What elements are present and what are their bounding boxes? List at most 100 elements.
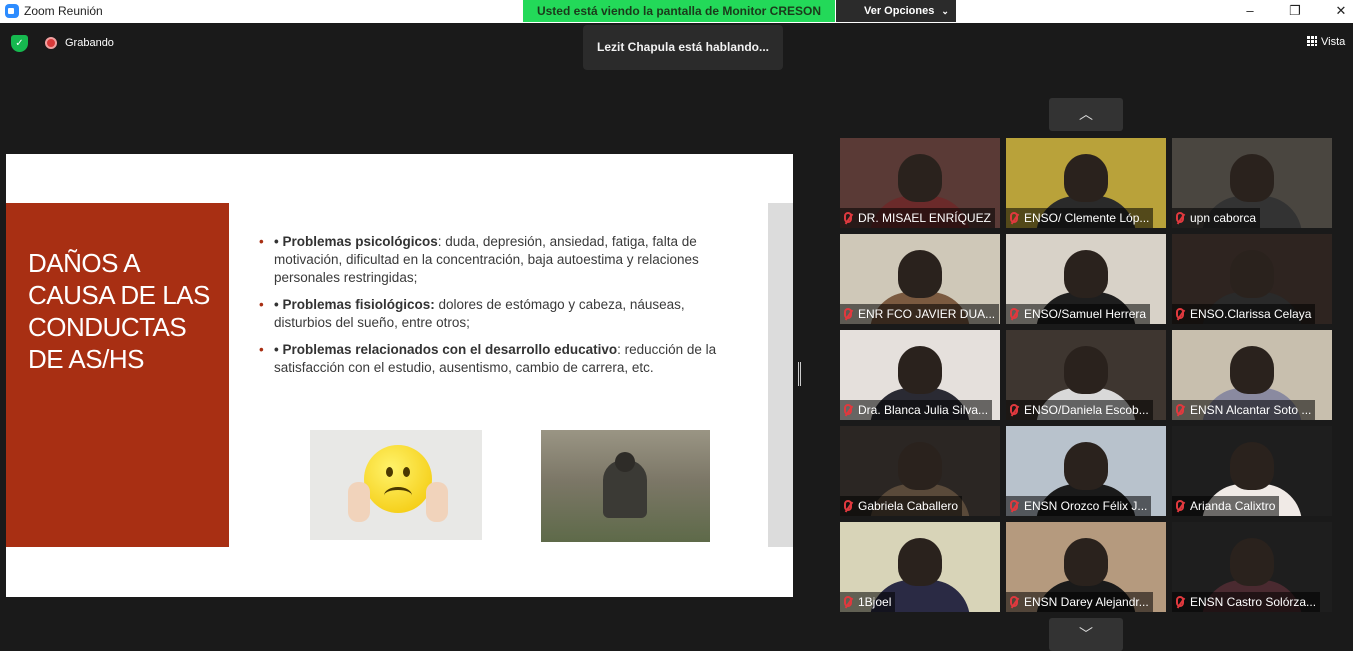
mic-muted-icon: [844, 404, 852, 415]
participant-name: ENSO/Samuel Herrera: [1024, 307, 1147, 321]
participant-name: ENSO/ Clemente Lóp...: [1024, 211, 1150, 225]
participant-avatar: [898, 346, 942, 394]
slide-bullets: • Problemas psicológicos: duda, depresió…: [259, 233, 724, 386]
participant-tile[interactable]: ENSN Orozco Félix J...: [1006, 426, 1166, 516]
gallery-scroll-up-button[interactable]: ︿: [1049, 98, 1123, 131]
sad-face-icon: [364, 445, 432, 513]
mic-muted-icon: [1010, 212, 1018, 223]
participant-avatar: [1064, 346, 1108, 394]
mic-muted-icon: [844, 308, 852, 319]
participant-name: Gabriela Caballero: [858, 499, 959, 513]
participant-name-tag: Gabriela Caballero: [840, 496, 963, 516]
participant-name: Dra. Blanca Julia Silva...: [858, 403, 989, 417]
view-button[interactable]: Vista: [1307, 36, 1345, 48]
mic-muted-icon: [844, 500, 852, 511]
participant-tile[interactable]: ENSN Alcantar Soto ...: [1172, 330, 1332, 420]
participant-avatar: [1064, 442, 1108, 490]
participant-avatar: [1230, 154, 1274, 202]
participant-name-tag: upn caborca: [1172, 208, 1261, 228]
participant-tile[interactable]: ENSO/ Clemente Lóp...: [1006, 138, 1166, 228]
participant-tile[interactable]: DR. MISAEL ENRÍQUEZ: [840, 138, 1000, 228]
participant-avatar: [1230, 442, 1274, 490]
zoom-logo-icon: [5, 4, 19, 18]
participant-name: 1Bjoel: [858, 595, 892, 609]
participant-avatar: [898, 154, 942, 202]
chevron-down-icon: ⌄: [941, 6, 949, 16]
participant-name-tag: ENSO/Samuel Herrera: [1006, 304, 1151, 324]
participant-tile[interactable]: ENSO/Daniela Escob...: [1006, 330, 1166, 420]
participant-name-tag: Dra. Blanca Julia Silva...: [840, 400, 993, 420]
minimize-button[interactable]: –: [1227, 0, 1273, 22]
recording-icon: [45, 37, 57, 49]
participant-name-tag: ENR FCO JAVIER DUA...: [840, 304, 1000, 324]
mic-muted-icon: [1010, 308, 1018, 319]
participant-tile[interactable]: ENSN Castro Solórza...: [1172, 522, 1332, 612]
participant-avatar: [1064, 538, 1108, 586]
participant-name-tag: 1Bjoel: [840, 592, 896, 612]
participant-name-tag: ENSO/Daniela Escob...: [1006, 400, 1153, 420]
participant-name-tag: ENSN Alcantar Soto ...: [1172, 400, 1316, 420]
slide-bullet: • Problemas fisiológicos: dolores de est…: [259, 296, 724, 332]
view-label: Vista: [1321, 36, 1346, 48]
participant-avatar: [1230, 346, 1274, 394]
screen-share-banner: Usted está viendo la pantalla de Monitor…: [523, 0, 835, 22]
participant-name: ENSN Alcantar Soto ...: [1190, 403, 1312, 417]
participant-avatar: [1064, 154, 1108, 202]
maximize-button[interactable]: ❐: [1272, 0, 1318, 22]
participant-tile[interactable]: ENSO/Samuel Herrera: [1006, 234, 1166, 324]
mic-muted-icon: [1176, 500, 1184, 511]
participant-avatar: [898, 442, 942, 490]
recording-label: Grabando: [65, 37, 114, 49]
participant-name: Arianda Calixtro: [1190, 499, 1276, 513]
participant-name: ENSO/Daniela Escob...: [1024, 403, 1149, 417]
mic-muted-icon: [1176, 596, 1184, 607]
participant-avatar: [898, 250, 942, 298]
mic-muted-icon: [1010, 596, 1018, 607]
participant-name-tag: ENSN Castro Solórza...: [1172, 592, 1321, 612]
mic-muted-icon: [1176, 404, 1184, 415]
mic-muted-icon: [1010, 500, 1018, 511]
close-button[interactable]: ✕: [1318, 0, 1353, 22]
participant-name: ENSN Castro Solórza...: [1190, 595, 1317, 609]
participant-tile[interactable]: Arianda Calixtro: [1172, 426, 1332, 516]
participant-name-tag: DR. MISAEL ENRÍQUEZ: [840, 208, 995, 228]
view-options-label: Ver Opciones: [864, 5, 935, 17]
view-options-button[interactable]: Ver Opciones ⌄: [836, 0, 956, 22]
slide-bullet: • Problemas psicológicos: duda, depresió…: [259, 233, 724, 287]
security-shield-icon[interactable]: ✓: [11, 35, 28, 52]
mic-muted-icon: [844, 596, 852, 607]
gallery-scroll-down-button[interactable]: ﹀: [1049, 618, 1123, 651]
active-speaker-notice: Lezit Chapula está hablando...: [583, 25, 783, 70]
participant-tile[interactable]: Dra. Blanca Julia Silva...: [840, 330, 1000, 420]
mic-muted-icon: [844, 212, 852, 223]
mic-muted-icon: [1176, 212, 1184, 223]
sad-emoji-photo: [310, 430, 482, 540]
participant-name-tag: Arianda Calixtro: [1172, 496, 1280, 516]
participant-name: ENSO.Clarissa Celaya: [1190, 307, 1312, 321]
participant-name: DR. MISAEL ENRÍQUEZ: [858, 211, 991, 225]
participant-name-tag: ENSO.Clarissa Celaya: [1172, 304, 1316, 324]
participant-tile[interactable]: upn caborca: [1172, 138, 1332, 228]
participant-tile[interactable]: ENR FCO JAVIER DUA...: [840, 234, 1000, 324]
participant-name: ENR FCO JAVIER DUA...: [858, 307, 996, 321]
window-title: Zoom Reunión: [24, 4, 103, 18]
participant-tile[interactable]: ENSN Darey Alejandr...: [1006, 522, 1166, 612]
participant-avatar: [1230, 250, 1274, 298]
participant-name-tag: ENSO/ Clemente Lóp...: [1006, 208, 1154, 228]
mic-muted-icon: [1176, 308, 1184, 319]
mic-muted-icon: [1010, 404, 1018, 415]
participant-name: ENSN Orozco Félix J...: [1024, 499, 1148, 513]
participant-tile[interactable]: ENSO.Clarissa Celaya: [1172, 234, 1332, 324]
participant-name-tag: ENSN Orozco Félix J...: [1006, 496, 1152, 516]
participant-avatar: [898, 538, 942, 586]
grid-view-icon: [1307, 36, 1317, 46]
participant-name-tag: ENSN Darey Alejandr...: [1006, 592, 1153, 612]
participant-avatar: [1064, 250, 1108, 298]
participant-tile[interactable]: 1Bjoel: [840, 522, 1000, 612]
slide-side-strip: [768, 203, 793, 547]
panel-resize-handle[interactable]: [798, 362, 801, 386]
slide-bullet: • Problemas relacionados con el desarrol…: [259, 341, 724, 377]
participant-tile[interactable]: Gabriela Caballero: [840, 426, 1000, 516]
participant-name: upn caborca: [1190, 211, 1257, 225]
shared-screen: DAÑOS A CAUSA DE LAS CONDUCTAS DE AS/HS …: [6, 154, 793, 597]
